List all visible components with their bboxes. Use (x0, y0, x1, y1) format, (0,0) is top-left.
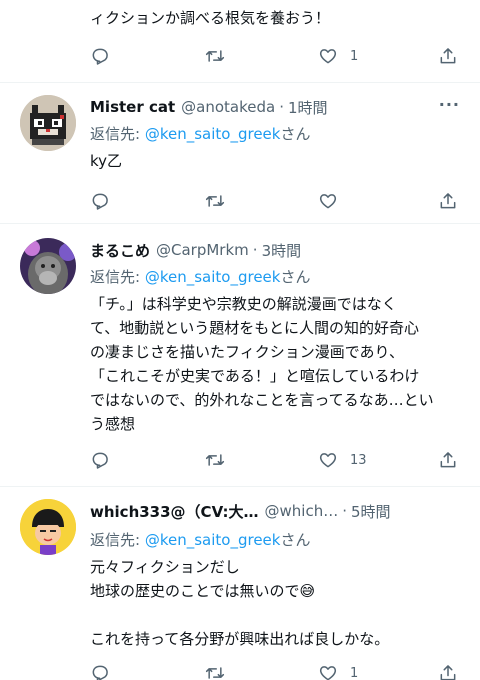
like-button[interactable]: 1 (318, 661, 358, 680)
reply-suffix: さん (280, 531, 311, 549)
tweet[interactable]: まるこめ @CarpMrkm · 3時間 返信先: @ken_saito_gre… (0, 224, 480, 486)
display-name[interactable]: まるこめ (90, 240, 150, 261)
tweet-text: ィクションか調べる根気を養おう！ (90, 9, 331, 27)
reply-prefix: 返信先: (90, 531, 141, 549)
retweet-icon (205, 454, 225, 466)
heart-icon (319, 49, 337, 64)
separator-dot: · (252, 241, 258, 259)
tweet[interactable]: which333@（CV:大… @which… · 5時間 返信先: @ken_… (0, 487, 480, 680)
reply-icon (92, 193, 108, 210)
retweet-icon (205, 667, 225, 679)
reply-prefix: 返信先: (90, 268, 141, 286)
reply-suffix: さん (280, 125, 311, 143)
cartoon-boy-avatar-icon (20, 499, 76, 555)
tweet-partial[interactable]: ィクションか調べる根気を養おう！ 1 (0, 0, 480, 82)
tweet-text: ky乙 (90, 152, 123, 170)
reply-prefix: 返信先: (90, 125, 141, 143)
reply-context: 返信先: @ken_saito_greekさん (90, 266, 310, 287)
share-icon (440, 48, 456, 64)
reply-button[interactable] (90, 661, 110, 680)
avatar[interactable] (20, 95, 76, 151)
tweet-header: Mister cat @anotakeda · 1時間 (90, 95, 460, 119)
tweet-actions: 1 (90, 661, 460, 680)
share-button[interactable] (438, 448, 458, 472)
retweet-button[interactable] (205, 448, 225, 472)
tweet-actions (90, 189, 460, 213)
tweet[interactable]: Mister cat @anotakeda · 1時間 ··· 返信先: @ke… (0, 83, 480, 223)
heart-icon (319, 194, 337, 209)
avatar[interactable] (20, 499, 76, 555)
mention-link[interactable]: @ken_saito_greek (145, 268, 281, 286)
more-icon: ··· (438, 95, 460, 114)
reply-button[interactable] (90, 189, 110, 213)
user-handle[interactable]: @CarpMrkm (156, 241, 249, 259)
share-button[interactable] (438, 44, 458, 68)
share-icon (440, 452, 456, 468)
timestamp[interactable]: 5時間 (351, 501, 391, 522)
mention-link[interactable]: @ken_saito_greek (145, 531, 281, 549)
retweet-button[interactable] (205, 44, 225, 68)
tweet-text: 元々フィクションだし 地球の歴史のことでは無いので😅 これを持って各分野が興味出… (90, 558, 390, 648)
more-button[interactable]: ··· (439, 95, 460, 114)
pixel-cat-avatar-icon (20, 95, 76, 151)
display-name[interactable]: which333@（CV:大… (90, 501, 259, 522)
like-button[interactable]: 1 (318, 44, 358, 68)
user-handle[interactable]: @which… (265, 502, 339, 520)
tweet-actions: 1 (90, 44, 460, 68)
tweet-actions: 13 (90, 448, 460, 472)
retweet-icon (205, 50, 225, 62)
like-button[interactable]: 13 (318, 448, 367, 472)
tweet-text: 「チ。」は科学史や宗教史の解説漫画ではなく て、地動説という題材をもとに人間の知… (90, 295, 434, 433)
retweet-button[interactable] (205, 189, 225, 213)
like-count: 1 (350, 665, 359, 680)
share-icon (440, 665, 456, 680)
timestamp[interactable]: 3時間 (262, 240, 302, 261)
heart-icon (319, 453, 337, 468)
mention-link[interactable]: @ken_saito_greek (145, 125, 281, 143)
tweet-header: まるこめ @CarpMrkm · 3時間 (90, 238, 460, 262)
reply-icon (92, 665, 108, 680)
share-button[interactable] (438, 189, 458, 213)
share-button[interactable] (438, 661, 458, 680)
display-name[interactable]: Mister cat (90, 98, 175, 116)
tweet-header: which333@（CV:大… @which… · 5時間 (90, 499, 460, 523)
timestamp[interactable]: 1時間 (288, 97, 328, 118)
reply-suffix: さん (280, 268, 311, 286)
like-count: 1 (350, 48, 359, 64)
reply-icon (92, 452, 108, 469)
reply-icon (92, 48, 108, 65)
avatar[interactable] (20, 238, 76, 294)
reply-context: 返信先: @ken_saito_greekさん (90, 529, 310, 550)
share-icon (440, 193, 456, 209)
user-handle[interactable]: @anotakeda (181, 98, 275, 116)
reply-button[interactable] (90, 448, 110, 472)
like-button[interactable] (318, 189, 350, 213)
gorilla-avatar-icon (20, 238, 76, 294)
like-count: 13 (350, 452, 367, 468)
separator-dot: · (279, 98, 284, 116)
reply-context: 返信先: @ken_saito_greekさん (90, 123, 310, 144)
retweet-button[interactable] (205, 661, 225, 680)
retweet-icon (205, 195, 225, 207)
separator-dot: · (342, 502, 347, 520)
heart-icon (319, 666, 337, 680)
reply-button[interactable] (90, 44, 110, 68)
